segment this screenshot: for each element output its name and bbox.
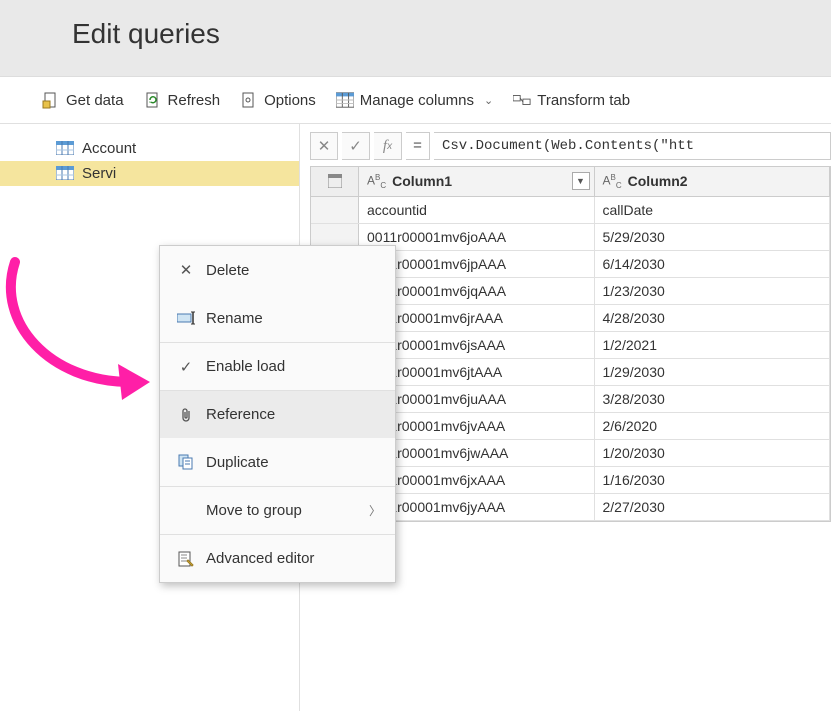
menu-rename[interactable]: Rename (160, 294, 395, 342)
get-data-button[interactable]: Get data (36, 87, 130, 113)
options-label: Options (264, 92, 316, 109)
cell[interactable]: 3/28/2030 (595, 386, 831, 412)
manage-columns-label: Manage columns (360, 92, 474, 109)
table-icon (56, 166, 74, 182)
chevron-down-icon: ⌄ (484, 94, 493, 107)
paperclip-icon (174, 407, 198, 423)
page-title: Edit queries (72, 18, 795, 50)
x-icon: ✕ (318, 137, 331, 155)
options-button[interactable]: Options (234, 87, 322, 113)
duplicate-icon (174, 454, 198, 470)
refresh-button[interactable]: Refresh (138, 87, 227, 113)
advanced-editor-icon (174, 551, 198, 567)
column-header-2[interactable]: ABC Column2 (595, 167, 831, 196)
cell[interactable]: 2/6/2020 (595, 413, 831, 439)
menu-label: Duplicate (206, 454, 381, 471)
options-icon (240, 91, 258, 109)
query-label: Account (82, 140, 136, 157)
cell[interactable]: callDate (595, 197, 831, 223)
check-icon: ✓ (174, 358, 198, 376)
abc-type-icon: ABC (603, 173, 622, 190)
formula-equals: = (406, 132, 430, 160)
cell[interactable]: 6/14/2030 (595, 251, 831, 277)
menu-advanced-editor[interactable]: Advanced editor (160, 534, 395, 582)
menu-label: Advanced editor (206, 550, 381, 567)
table-row[interactable]: accountidcallDate (311, 197, 830, 224)
menu-delete[interactable]: ✕ Delete (160, 246, 395, 294)
cell[interactable]: 2/27/2030 (595, 494, 831, 520)
title-bar: Edit queries (0, 0, 831, 77)
rename-icon (174, 311, 198, 325)
delete-icon: ✕ (174, 261, 198, 279)
query-item-service[interactable]: Servi (0, 161, 299, 186)
menu-label: Move to group (206, 502, 369, 519)
check-icon: ✓ (349, 137, 362, 155)
cell[interactable]: 1/2/2021 (595, 332, 831, 358)
cell[interactable]: 1/23/2030 (595, 278, 831, 304)
menu-enable-load[interactable]: ✓ Enable load (160, 342, 395, 390)
query-label: Servi (82, 165, 116, 182)
refresh-icon (144, 91, 162, 109)
menu-label: Delete (206, 262, 381, 279)
formula-bar: ✕ ✓ fx = (310, 132, 831, 160)
formula-accept-button[interactable]: ✓ (342, 132, 370, 160)
cell[interactable]: 1/29/2030 (595, 359, 831, 385)
context-menu: ✕ Delete Rename ✓ Enable load Reference … (159, 245, 396, 583)
menu-label: Reference (206, 406, 381, 423)
table-columns-icon (336, 91, 354, 109)
grid-header-row: ABC Column1 ▼ ABC Column2 (311, 167, 830, 197)
cell[interactable]: accountid (359, 197, 595, 223)
get-data-icon (42, 91, 60, 109)
formula-fx-button[interactable]: fx (374, 132, 402, 160)
transform-label: Transform tab (537, 92, 630, 109)
cell[interactable]: 5/29/2030 (595, 224, 831, 250)
query-item-account[interactable]: Account (0, 136, 299, 161)
transform-table-button[interactable]: Transform tab (507, 87, 636, 113)
column-label: Column2 (628, 173, 688, 189)
column-header-1[interactable]: ABC Column1 ▼ (359, 167, 595, 196)
menu-move-to-group[interactable]: Move to group 〉 (160, 486, 395, 534)
toolbar: Get data Refresh Options Manage columns … (0, 77, 831, 124)
cell[interactable]: 1/20/2030 (595, 440, 831, 466)
menu-label: Rename (206, 310, 381, 327)
menu-reference[interactable]: Reference (160, 390, 395, 438)
column-label: Column1 (392, 173, 452, 189)
get-data-label: Get data (66, 92, 124, 109)
grid-corner[interactable] (311, 167, 359, 196)
row-number (311, 197, 359, 223)
table-icon (56, 141, 74, 157)
chevron-right-icon: 〉 (369, 502, 381, 519)
refresh-label: Refresh (168, 92, 221, 109)
column-filter-dropdown[interactable]: ▼ (572, 172, 590, 190)
formula-cancel-button[interactable]: ✕ (310, 132, 338, 160)
cell[interactable]: 1/16/2030 (595, 467, 831, 493)
content-area: Account Servi ✕ ✓ fx = ABC Column1 (0, 124, 831, 711)
transform-icon (513, 91, 531, 109)
menu-duplicate[interactable]: Duplicate (160, 438, 395, 486)
cell[interactable]: 4/28/2030 (595, 305, 831, 331)
menu-label: Enable load (206, 358, 381, 375)
abc-type-icon: ABC (367, 173, 386, 190)
manage-columns-button[interactable]: Manage columns ⌄ (330, 87, 499, 113)
formula-input[interactable] (434, 132, 831, 160)
